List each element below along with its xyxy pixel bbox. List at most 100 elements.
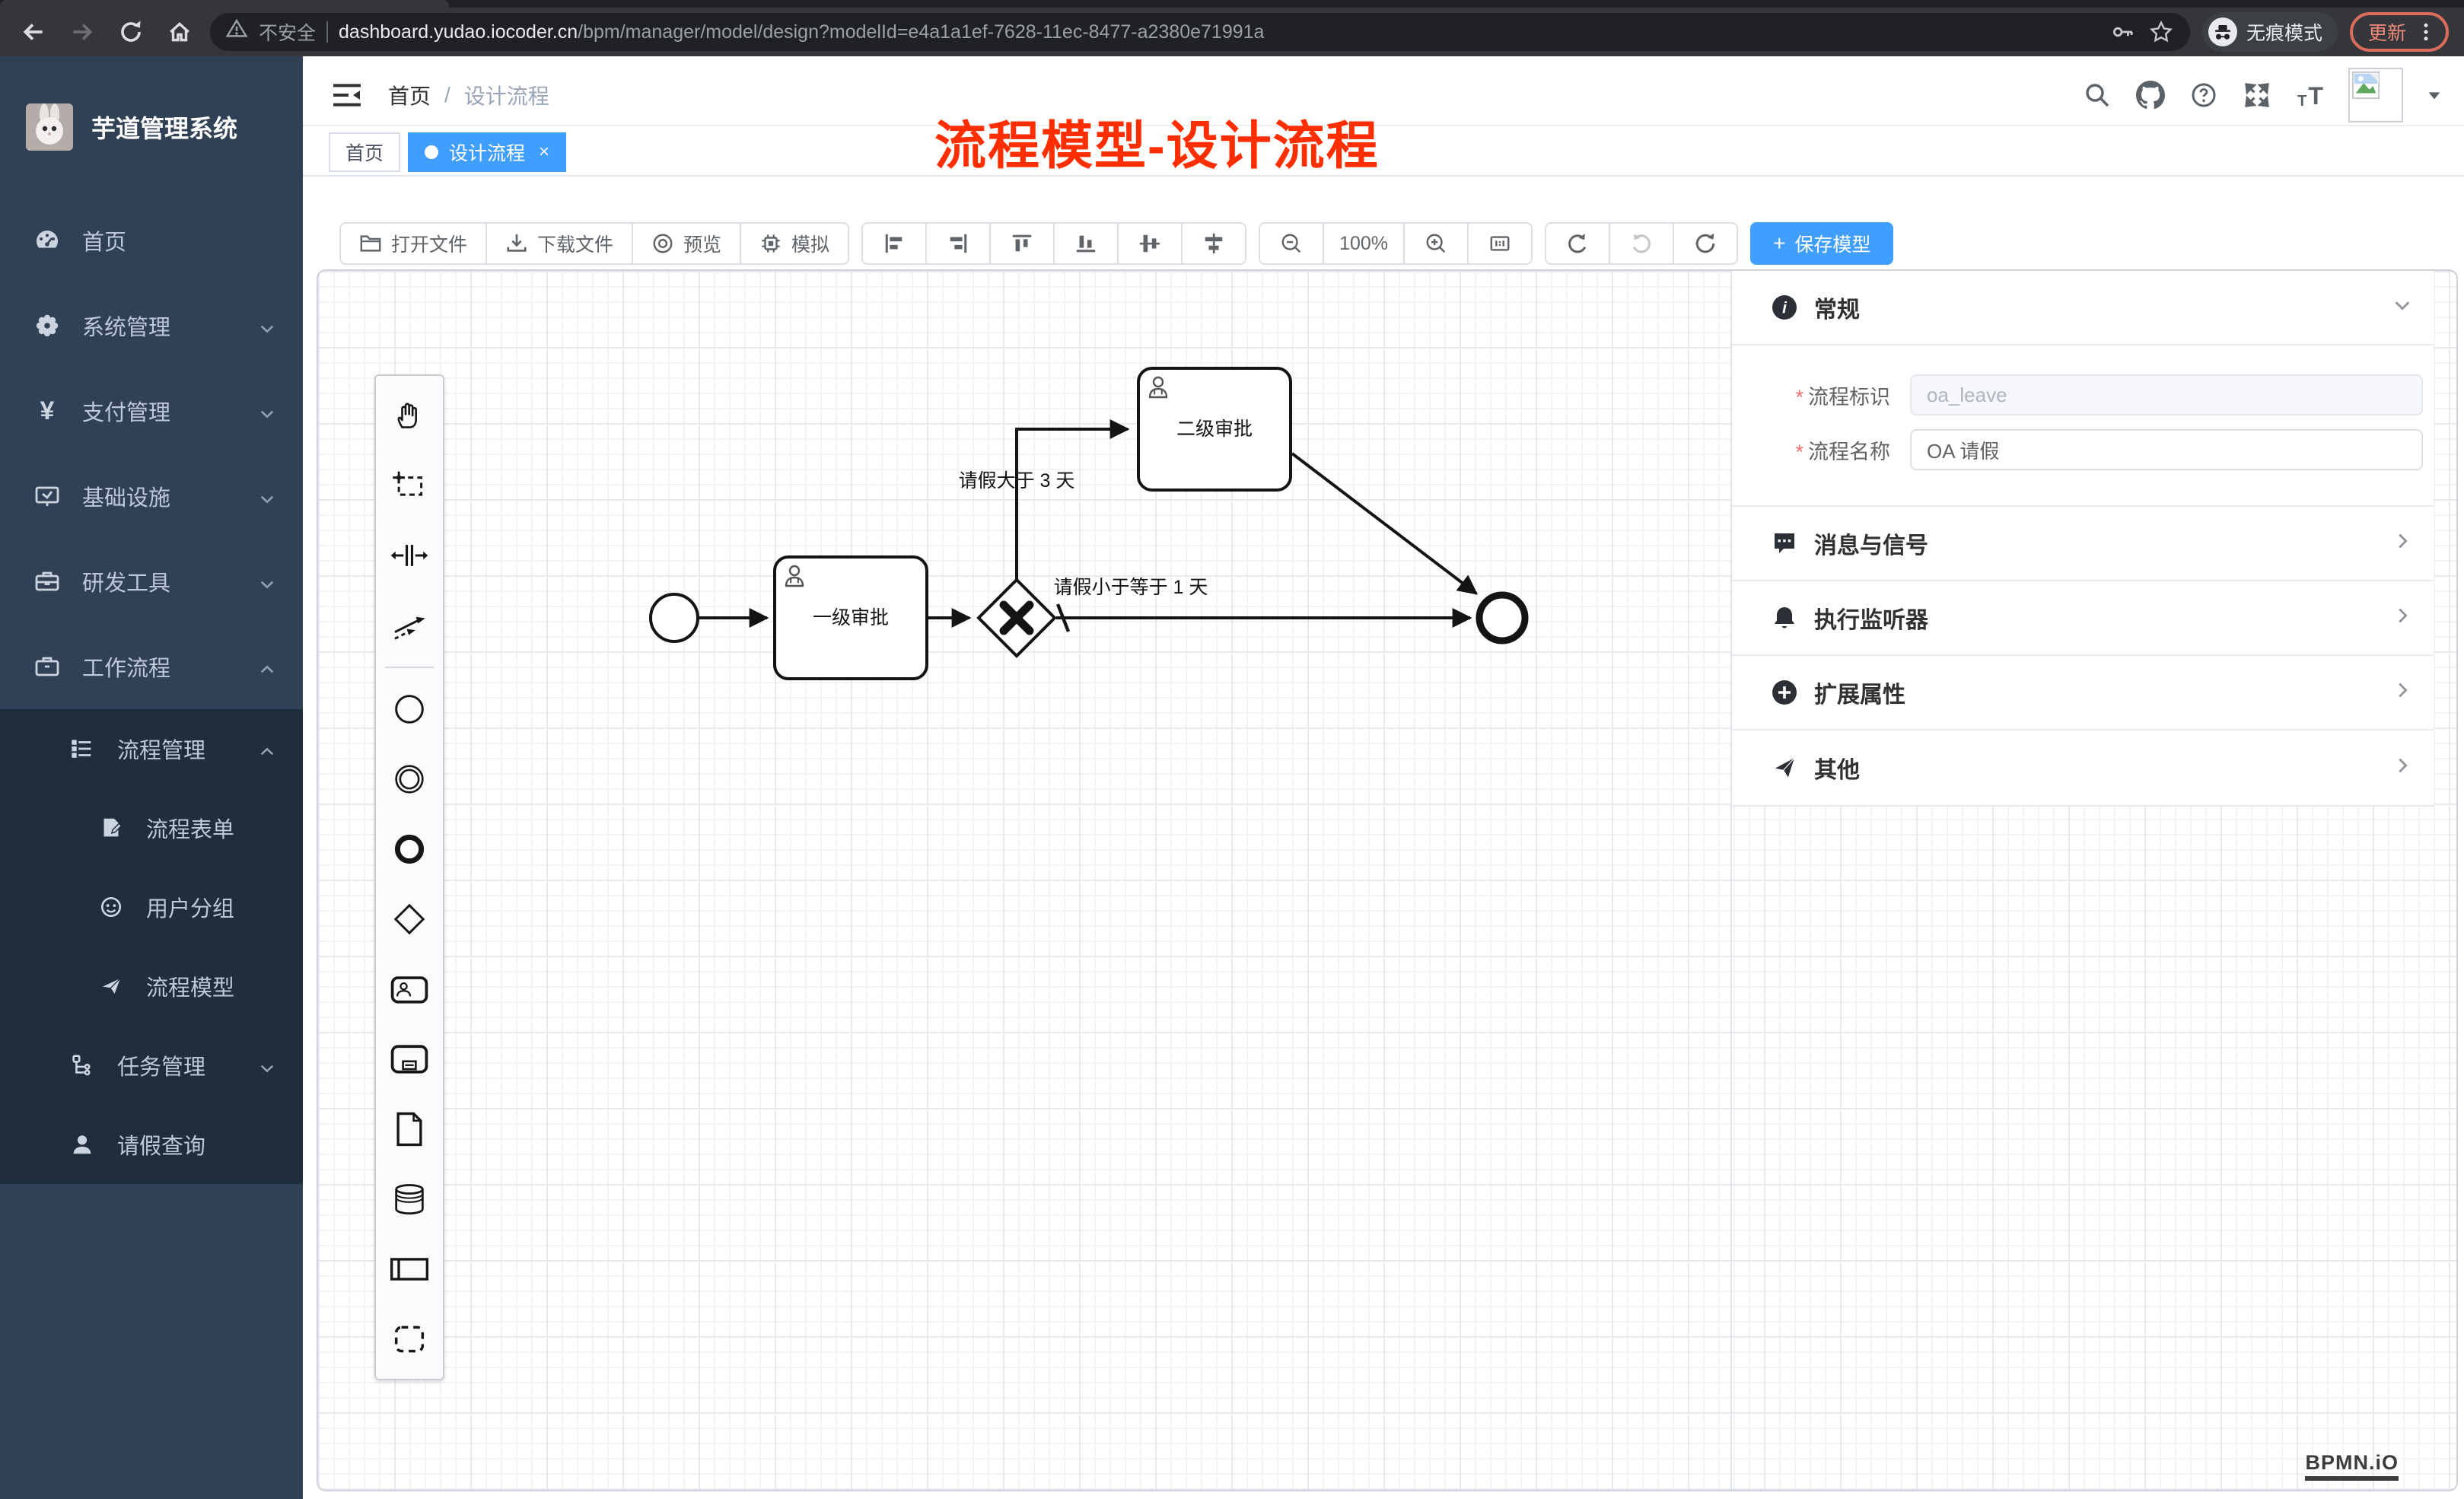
process-name-input[interactable] xyxy=(1910,429,2423,470)
gear-icon xyxy=(33,312,61,339)
face-icon xyxy=(97,893,125,921)
sidebar-item-home[interactable]: 首页 xyxy=(0,198,303,283)
browser-active-tab[interactable] xyxy=(0,0,449,8)
create-start-event-icon[interactable] xyxy=(376,674,443,744)
sidebar-item-workflow[interactable]: 工作流程 xyxy=(0,624,303,709)
tab-close-icon[interactable]: × xyxy=(539,142,549,163)
history-button-group xyxy=(1545,222,1738,265)
info-icon: i xyxy=(1772,294,1797,320)
panel-section-extended-attrs[interactable]: 扩展属性 xyxy=(1732,656,2434,730)
bpmn-io-watermark[interactable]: BPMN.iO xyxy=(2305,1451,2399,1481)
sidebar-item-system[interactable]: 系统管理 xyxy=(0,283,303,368)
create-user-task-icon[interactable] xyxy=(376,954,443,1024)
help-icon[interactable] xyxy=(2189,80,2219,110)
zoom-out-button[interactable] xyxy=(1259,222,1324,265)
align-left-button[interactable] xyxy=(861,222,927,265)
breadcrumb-separator: / xyxy=(444,83,450,107)
create-participant-icon[interactable] xyxy=(376,1234,443,1304)
bpmn-canvas[interactable]: 一级审批 二级审批 请假 xyxy=(317,269,2458,1491)
url-host: dashboard.yudao.iocoder.cn xyxy=(339,21,578,43)
align-right-button[interactable] xyxy=(925,222,991,265)
sidebar-item-infrastructure[interactable]: 基础设施 xyxy=(0,454,303,539)
align-bottom-button[interactable] xyxy=(1053,222,1119,265)
sidebar-item-label: 用户分组 xyxy=(146,891,234,923)
lasso-tool-icon[interactable] xyxy=(376,450,443,520)
align-center-horizontal-button[interactable] xyxy=(1181,222,1246,265)
simulate-button[interactable]: 模拟 xyxy=(740,222,849,265)
preview-label: 预览 xyxy=(683,230,721,257)
password-key-icon[interactable] xyxy=(2109,18,2137,46)
app-logo-row[interactable]: 芋道管理系统 xyxy=(0,56,303,198)
restart-button[interactable] xyxy=(1673,222,1738,265)
back-icon[interactable] xyxy=(15,14,52,50)
open-file-label: 打开文件 xyxy=(391,230,467,257)
reload-icon[interactable] xyxy=(113,14,149,50)
tab-design-process[interactable]: 设计流程 × xyxy=(408,132,566,172)
create-data-object-icon[interactable] xyxy=(376,1094,443,1164)
flow-label-le1[interactable]: 请假小于等于 1 天 xyxy=(1054,577,1208,598)
bpmn-end-event[interactable] xyxy=(1479,595,1525,641)
panel-section-message-signal[interactable]: 消息与信号 xyxy=(1732,507,2434,581)
search-icon[interactable] xyxy=(2082,80,2112,110)
bpmn-exclusive-gateway[interactable] xyxy=(979,580,1055,656)
align-top-button[interactable] xyxy=(989,222,1055,265)
font-size-icon[interactable]: TT xyxy=(2295,80,2326,110)
forward-icon[interactable] xyxy=(64,14,100,50)
panel-section-other[interactable]: 其他 xyxy=(1732,730,2434,805)
create-gateway-icon[interactable] xyxy=(376,884,443,954)
url-text[interactable]: dashboard.yudao.iocoder.cn/bpm/manager/m… xyxy=(339,21,2099,43)
sidebar-item-user-group[interactable]: 用户分组 xyxy=(0,867,303,947)
save-model-button[interactable]: + 保存模型 xyxy=(1750,222,1893,265)
create-intermediate-event-icon[interactable] xyxy=(376,744,443,814)
sidebar-item-process-mgmt[interactable]: 流程管理 xyxy=(0,709,303,788)
zoom-reset-button[interactable] xyxy=(1467,222,1533,265)
github-icon[interactable] xyxy=(2135,80,2166,110)
bpmn-user-task-level2[interactable]: 二级审批 xyxy=(1138,368,1291,490)
redo-button[interactable] xyxy=(1609,222,1674,265)
sidebar-item-task-mgmt[interactable]: 任务管理 xyxy=(0,1026,303,1105)
zoom-in-button[interactable] xyxy=(1403,222,1469,265)
create-group-icon[interactable] xyxy=(376,1304,443,1374)
url-bar[interactable]: 不安全 dashboard.yudao.iocoder.cn/bpm/manag… xyxy=(210,13,2190,51)
sidebar-item-devtools[interactable]: 研发工具 xyxy=(0,539,303,624)
incognito-badge: 无痕模式 xyxy=(2202,12,2338,52)
download-file-button[interactable]: 下载文件 xyxy=(485,222,633,265)
panel-section-execution-listener[interactable]: 执行监听器 xyxy=(1732,581,2434,656)
send-icon xyxy=(1772,755,1797,781)
sidebar-item-leave-query[interactable]: 请假查询 xyxy=(0,1105,303,1184)
process-name-label-text: 流程名称 xyxy=(1808,441,1890,463)
create-data-store-icon[interactable] xyxy=(376,1164,443,1234)
bpmn-start-event[interactable] xyxy=(651,594,698,641)
caret-down-icon[interactable] xyxy=(2426,81,2443,110)
security-label[interactable]: 不安全 xyxy=(259,18,316,46)
home-icon[interactable] xyxy=(161,14,198,50)
breadcrumb-home[interactable]: 首页 xyxy=(388,80,431,110)
tab-home[interactable]: 首页 xyxy=(329,132,400,172)
open-file-button[interactable]: 打开文件 xyxy=(339,222,487,265)
update-button[interactable]: 更新 xyxy=(2350,12,2449,52)
chevron-right-icon xyxy=(2392,606,2412,631)
bookmark-star-icon[interactable] xyxy=(2147,18,2175,46)
global-connect-tool-icon[interactable] xyxy=(376,590,443,660)
space-tool-icon[interactable] xyxy=(376,520,443,590)
panel-section-general[interactable]: i 常规 xyxy=(1732,271,2434,345)
sidebar-collapse-icon[interactable] xyxy=(330,80,364,110)
chevron-down-icon xyxy=(259,574,275,599)
preview-button[interactable]: 预览 xyxy=(632,222,741,265)
paper-plane-icon xyxy=(97,972,125,1000)
undo-button[interactable] xyxy=(1545,222,1610,265)
fullscreen-icon[interactable] xyxy=(2242,80,2272,110)
align-center-vertical-button[interactable] xyxy=(1117,222,1183,265)
create-subprocess-icon[interactable] xyxy=(376,1024,443,1094)
sidebar-item-process-form[interactable]: 流程表单 xyxy=(0,788,303,867)
hand-tool-icon[interactable] xyxy=(376,380,443,450)
browser-menu-dots-icon[interactable] xyxy=(2415,21,2437,43)
sidebar-item-process-model[interactable]: 流程模型 xyxy=(0,947,303,1026)
browser-tabstrip xyxy=(0,0,2464,8)
flow-label-gt3[interactable]: 请假大于 3 天 xyxy=(959,470,1075,492)
create-end-event-icon[interactable] xyxy=(376,814,443,884)
bpmn-user-task-level1[interactable]: 一级审批 xyxy=(775,557,927,679)
avatar[interactable] xyxy=(2348,68,2403,123)
sidebar-item-label: 支付管理 xyxy=(82,395,170,427)
sidebar-item-payment[interactable]: ¥ 支付管理 xyxy=(0,368,303,454)
